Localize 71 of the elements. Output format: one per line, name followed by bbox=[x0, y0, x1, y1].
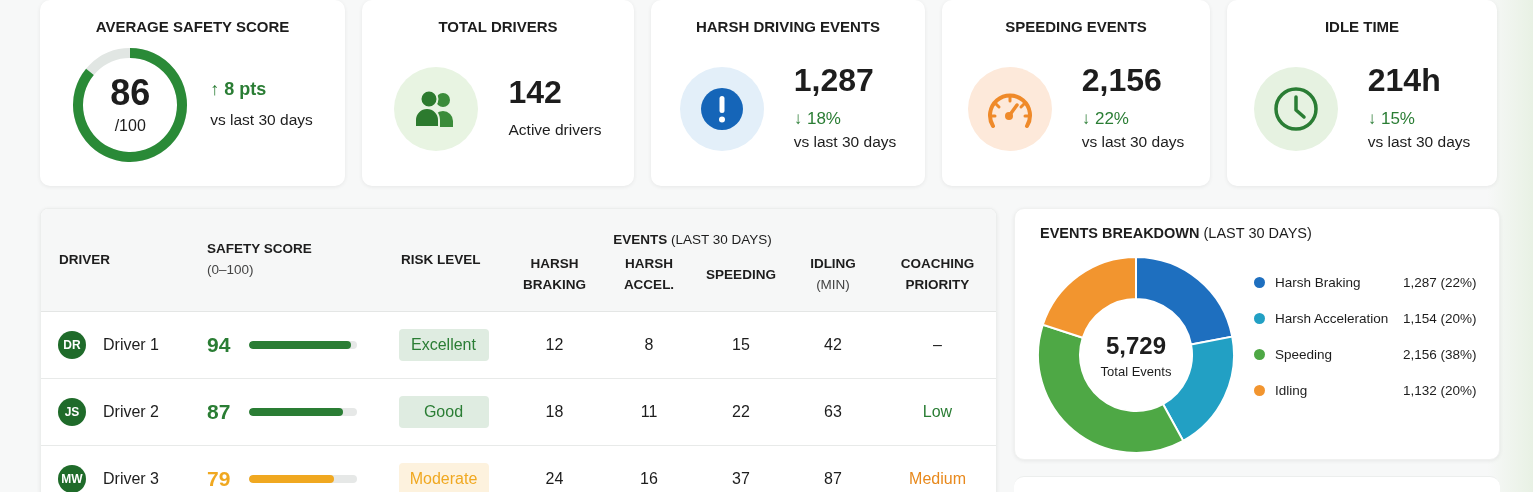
table-cell: 42 bbox=[824, 336, 842, 354]
kpi-value: 1,287 bbox=[793, 63, 874, 99]
column-header: RISK LEVEL bbox=[401, 250, 481, 269]
score-value: 94 bbox=[207, 333, 232, 357]
score-unit: /100 bbox=[114, 116, 146, 135]
column-subheader: (0–100) bbox=[207, 260, 254, 279]
comparison-note: vs last 30 days bbox=[1081, 132, 1185, 153]
table-cell: 22 bbox=[732, 403, 750, 421]
table-cell: 12 bbox=[545, 336, 564, 354]
delta-text: ↑ 8 pts bbox=[210, 78, 267, 102]
comparison-note: vs last 30 days bbox=[793, 132, 897, 153]
legend-value: 1,132 (20%) bbox=[1403, 382, 1477, 398]
legend-value: 1,287 (22%) bbox=[1403, 274, 1477, 290]
table-cell: 37 bbox=[732, 470, 750, 488]
column-group-header: EVENTS (LAST 30 DAYS) bbox=[613, 232, 772, 247]
driver-name: Driver 2 bbox=[103, 403, 159, 421]
table-cell: 16 bbox=[640, 470, 658, 488]
kpi-title: AVERAGE SAFETY SCORE bbox=[95, 18, 290, 35]
score-value: 87 bbox=[207, 400, 232, 424]
table-cell: 87 bbox=[824, 470, 842, 488]
column-header: DRIVER bbox=[59, 250, 110, 269]
coaching-priority: Low bbox=[922, 403, 953, 421]
column-header: HARSH ACCEL. bbox=[622, 255, 676, 294]
driver-avatar: JS bbox=[58, 398, 86, 426]
table-cell: 8 bbox=[644, 336, 654, 354]
comparison-note: vs last 30 days bbox=[210, 110, 313, 131]
table-cell: 24 bbox=[545, 470, 564, 488]
driver-name: Driver 1 bbox=[103, 336, 159, 354]
column-subheader: (MIN) bbox=[816, 276, 850, 294]
total-value: 5,729 bbox=[1105, 331, 1167, 360]
delta-text: ↓ 18% bbox=[793, 107, 841, 130]
delta-text: ↓ 15% bbox=[1367, 107, 1415, 130]
risk-level-tag: Excellent bbox=[398, 329, 489, 361]
column-header: SPEEDING bbox=[706, 265, 776, 284]
driver-avatar: DR bbox=[58, 331, 86, 359]
kpi-title: HARSH DRIVING EVENTS bbox=[695, 18, 881, 35]
column-header: HARSH BRAKING bbox=[522, 255, 587, 294]
column-header: SAFETY SCORE bbox=[207, 240, 312, 258]
coaching-priority: Medium bbox=[909, 470, 966, 488]
comparison-note: vs last 30 days bbox=[1367, 132, 1471, 153]
legend-value: 1,154 (20%) bbox=[1403, 310, 1477, 326]
risk-level-tag: Moderate bbox=[398, 463, 489, 492]
kpi-title: SPEEDING EVENTS bbox=[1005, 18, 1147, 35]
legend-label: Speeding bbox=[1275, 346, 1334, 362]
driver-avatar: MW bbox=[58, 465, 86, 492]
kpi-title: TOTAL DRIVERS bbox=[438, 18, 558, 35]
comparison-note: Active drivers bbox=[508, 120, 602, 141]
column-header: COACHING PRIORITY bbox=[899, 255, 976, 294]
chart-title: EVENTS BREAKDOWN (LAST 30 DAYS) bbox=[1040, 225, 1313, 241]
alert-icon bbox=[699, 86, 744, 131]
total-label: Total Events bbox=[1100, 363, 1172, 379]
kpi-title: IDLE TIME bbox=[1324, 18, 1400, 35]
legend-value: 2,156 (38%) bbox=[1403, 346, 1477, 362]
legend-label: Harsh Braking bbox=[1275, 274, 1362, 290]
table-cell: 15 bbox=[732, 336, 750, 354]
column-header: IDLING bbox=[810, 255, 856, 274]
table-cell: 63 bbox=[824, 403, 842, 421]
coaching-priority: – bbox=[933, 336, 942, 354]
clock-icon bbox=[1272, 85, 1319, 132]
score-value: 79 bbox=[207, 467, 232, 491]
driver-name: Driver 3 bbox=[103, 470, 159, 488]
legend-label: Harsh Acceleration bbox=[1275, 310, 1390, 326]
kpi-value: 2,156 bbox=[1081, 63, 1162, 99]
legend-label: Idling bbox=[1275, 382, 1309, 398]
score-value: 86 bbox=[110, 74, 151, 111]
kpi-value: 142 bbox=[508, 75, 562, 111]
delta-text: ↓ 22% bbox=[1081, 107, 1129, 130]
table-cell: 11 bbox=[640, 403, 658, 421]
table-cell: 18 bbox=[545, 403, 564, 421]
risk-level-tag: Good bbox=[398, 396, 489, 428]
kpi-value: 214h bbox=[1367, 63, 1441, 99]
